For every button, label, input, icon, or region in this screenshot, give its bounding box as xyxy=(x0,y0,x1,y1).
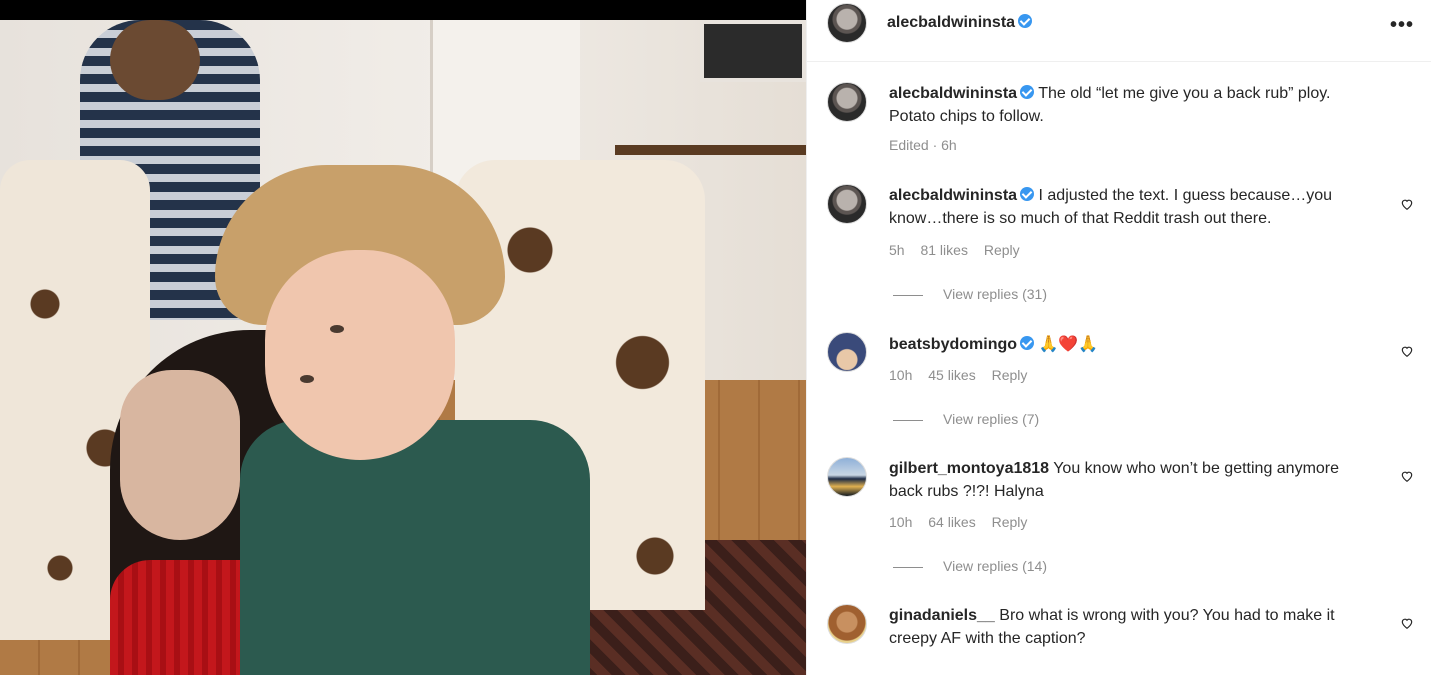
post-side-panel: alecbaldwininsta ••• alecbaldwininsta Th… xyxy=(806,0,1431,675)
post-photo[interactable] xyxy=(0,20,806,675)
comment-likes[interactable]: 81 likes xyxy=(920,242,967,258)
view-replies-line xyxy=(893,419,923,421)
verified-badge-icon xyxy=(1020,187,1035,201)
comment-time: 5h xyxy=(889,242,905,258)
view-replies-label: View replies (31) xyxy=(943,286,1048,302)
comment-username[interactable]: alecbaldwininsta xyxy=(889,187,1017,204)
photo-shelf xyxy=(615,145,806,155)
photo-woman-face xyxy=(120,370,240,540)
comment-username[interactable]: beatsbydomingo xyxy=(889,336,1017,353)
comment-time: 10h xyxy=(889,367,913,383)
photo-boy-shirt xyxy=(240,420,590,675)
verified-badge-icon xyxy=(1020,336,1035,350)
view-replies-label: View replies (14) xyxy=(943,558,1048,574)
photo-boy-eye xyxy=(300,375,314,383)
reply-button[interactable]: Reply xyxy=(984,242,1020,258)
comment-likes[interactable]: 64 likes xyxy=(928,514,975,530)
author-username[interactable]: alecbaldwininsta xyxy=(887,14,1015,31)
caption-body: alecbaldwininsta The old “let me give yo… xyxy=(889,82,1369,128)
view-replies-label: View replies (7) xyxy=(943,411,1040,427)
post-header: alecbaldwininsta ••• xyxy=(807,0,1431,62)
more-options-icon[interactable]: ••• xyxy=(1390,14,1414,37)
comment-meta: 10h 45 likes Reply xyxy=(889,367,1039,383)
commenter-avatar[interactable] xyxy=(827,184,867,224)
caption-meta: Edited · 6h xyxy=(889,137,957,153)
photo-child-head xyxy=(110,20,200,100)
like-heart-icon[interactable] xyxy=(1400,469,1414,483)
reply-button[interactable]: Reply xyxy=(992,514,1028,530)
commenter-avatar[interactable] xyxy=(827,332,867,372)
comment-meta: 10h 64 likes Reply xyxy=(889,514,1039,530)
comment-text: 🙏❤️🙏 xyxy=(1038,334,1099,353)
view-replies-line xyxy=(893,566,923,568)
comment-username[interactable]: ginadaniels__ xyxy=(889,607,995,624)
caption-author-avatar[interactable] xyxy=(827,82,867,122)
post-media[interactable] xyxy=(0,0,806,675)
media-top-bar xyxy=(0,0,806,20)
photo-boy-face xyxy=(265,250,455,460)
view-replies-button[interactable]: View replies (14) xyxy=(893,558,1047,574)
comment-body: alecbaldwininsta I adjusted the text. I … xyxy=(889,184,1369,230)
comment-body: beatsbydomingo 🙏❤️🙏 xyxy=(889,332,1369,356)
author-avatar[interactable] xyxy=(827,3,867,43)
comment-meta: 5h 81 likes Reply xyxy=(889,242,1032,258)
commenter-avatar[interactable] xyxy=(827,457,867,497)
like-heart-icon[interactable] xyxy=(1400,616,1414,630)
comment-likes[interactable]: 45 likes xyxy=(928,367,975,383)
photo-frame xyxy=(700,20,806,82)
view-replies-button[interactable]: View replies (31) xyxy=(893,286,1047,302)
author-name-row: alecbaldwininsta xyxy=(887,14,1033,32)
like-heart-icon[interactable] xyxy=(1400,197,1414,211)
photo-boy-eye xyxy=(330,325,344,333)
like-heart-icon[interactable] xyxy=(1400,344,1414,358)
caption-username[interactable]: alecbaldwininsta xyxy=(889,85,1017,102)
comment-body: ginadaniels__ Bro what is wrong with you… xyxy=(889,604,1369,650)
verified-badge-icon xyxy=(1018,14,1033,28)
verified-badge-icon xyxy=(1020,85,1035,99)
comment-body: gilbert_montoya1818 You know who won’t b… xyxy=(889,457,1369,503)
comment-username[interactable]: gilbert_montoya1818 xyxy=(889,460,1049,477)
comment-time: 10h xyxy=(889,514,913,530)
commenter-avatar[interactable] xyxy=(827,604,867,644)
reply-button[interactable]: Reply xyxy=(992,367,1028,383)
view-replies-line xyxy=(893,294,923,296)
view-replies-button[interactable]: View replies (7) xyxy=(893,411,1039,427)
